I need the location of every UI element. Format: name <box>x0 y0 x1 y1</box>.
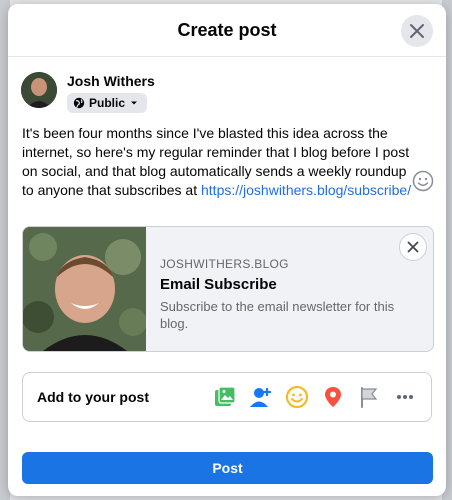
post-text[interactable]: It's been four months since I've blasted… <box>22 124 422 200</box>
add-to-post-icons <box>211 383 419 411</box>
flag-icon <box>361 387 378 408</box>
link-preview-body: JOSHWITHERS.BLOG Email Subscribe Subscri… <box>146 227 433 351</box>
dialog-title: Create post <box>177 19 277 40</box>
photo-video-icon <box>215 386 236 406</box>
close-dialog-button[interactable] <box>401 15 433 47</box>
chevron-down-icon <box>131 101 138 105</box>
link-description: Subscribe to the email newsletter for th… <box>160 299 395 331</box>
close-icon <box>407 241 419 253</box>
emoji-picker-button[interactable] <box>412 170 434 192</box>
more-icon <box>397 395 413 399</box>
add-to-post-bar: Add to your post <box>22 372 432 422</box>
check-in-icon <box>325 387 341 407</box>
tag-people-button[interactable] <box>247 383 275 411</box>
add-to-post-label: Add to your post <box>37 389 149 405</box>
avatar <box>21 72 57 108</box>
smiley-icon <box>412 170 434 192</box>
link-preview-image <box>23 227 146 351</box>
feeling-activity-button[interactable] <box>283 383 311 411</box>
more-options-button[interactable] <box>391 383 419 411</box>
user-name: Josh Withers <box>67 73 155 89</box>
create-post-dialog: Create post Josh Withers Public It's bee… <box>8 4 446 496</box>
feeling-icon <box>285 385 309 409</box>
tag-people-icon <box>250 387 272 407</box>
dialog-header: Create post <box>8 4 446 57</box>
privacy-label: Public <box>89 96 126 110</box>
post-link[interactable]: https://joshwithers.blog/subscribe/ <box>201 182 411 198</box>
link-preview-card[interactable]: JOSHWITHERS.BLOG Email Subscribe Subscri… <box>22 226 434 352</box>
post-button[interactable]: Post <box>22 452 433 484</box>
author-row: Josh Withers Public <box>21 70 155 114</box>
flag-life-event-button[interactable] <box>355 383 383 411</box>
privacy-selector[interactable]: Public <box>67 93 148 113</box>
remove-link-preview-button[interactable] <box>399 233 427 261</box>
close-icon <box>410 24 424 38</box>
photo-video-button[interactable] <box>211 383 239 411</box>
link-title: Email Subscribe <box>160 276 277 293</box>
check-in-button[interactable] <box>319 383 347 411</box>
link-domain: JOSHWITHERS.BLOG <box>160 257 289 271</box>
globe-icon <box>73 97 85 109</box>
